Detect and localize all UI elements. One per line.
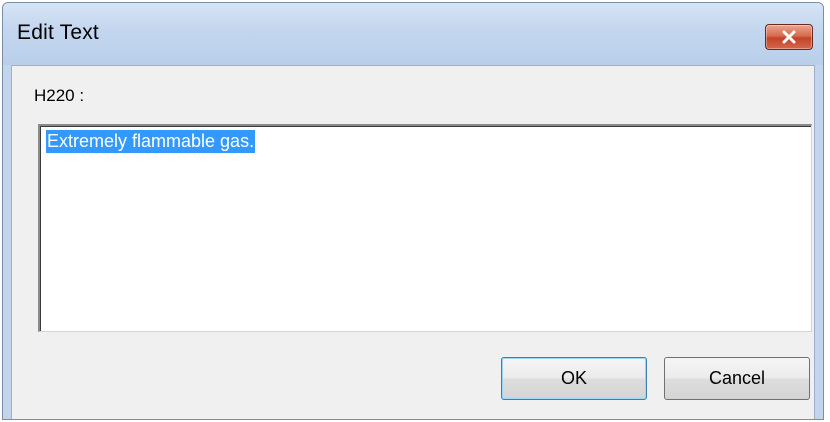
cancel-button[interactable]: Cancel [664, 357, 810, 400]
ok-button-label: OK [560, 368, 587, 388]
dialog-content: H220 : Extremely flammable gas. OK Cance… [11, 65, 815, 419]
ok-button[interactable]: OK [501, 357, 647, 400]
title-bar[interactable]: Edit Text [3, 3, 823, 65]
text-input-area[interactable]: Extremely flammable gas. [38, 124, 812, 332]
close-icon [782, 30, 796, 44]
window-title: Edit Text [17, 21, 99, 44]
close-button[interactable] [765, 24, 813, 50]
edit-text-dialog: Edit Text H220 : Extremely flammable gas… [2, 2, 824, 420]
selected-text[interactable]: Extremely flammable gas. [46, 130, 256, 153]
cancel-button-label: Cancel [708, 368, 766, 388]
field-label: H220 : [34, 86, 85, 105]
